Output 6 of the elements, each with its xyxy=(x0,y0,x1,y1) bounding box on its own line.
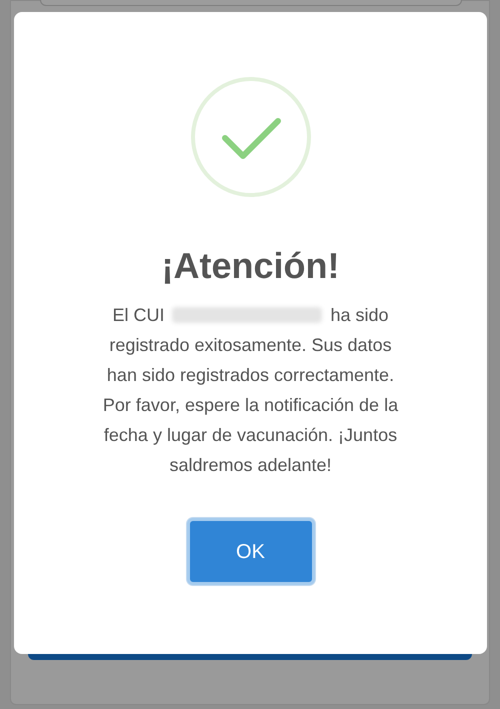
dialog-title: ¡Atención! xyxy=(162,244,340,288)
message-text: El CUI xyxy=(112,304,164,327)
message-text: ha sido xyxy=(330,304,389,327)
ok-button[interactable]: OK xyxy=(186,518,314,585)
check-circle-icon xyxy=(190,76,312,198)
message-text: registrado exitosamente. Sus datos han sido registrados correctamente. Por favor, espere la notificación de la fecha y lugar de vacunación. ¡Juntos saldremos adelante! xyxy=(102,334,400,477)
